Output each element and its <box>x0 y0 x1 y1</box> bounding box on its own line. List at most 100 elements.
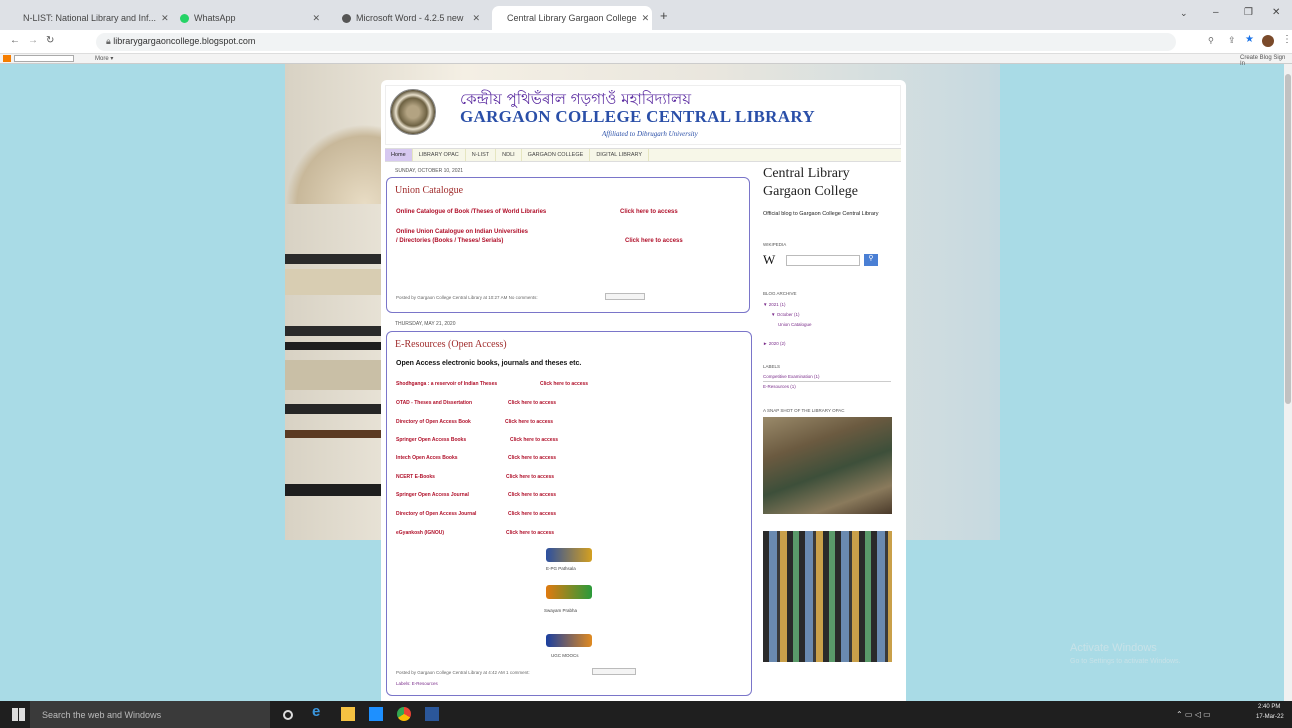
edge-icon[interactable]: e <box>312 703 326 720</box>
header-affiliation: Affiliated to Dibrugarh University <box>602 130 698 138</box>
windows-start-icon[interactable] <box>12 708 25 721</box>
access-link[interactable]: Click here to access <box>506 530 554 536</box>
back-arrow-icon[interactable]: ← <box>10 35 20 46</box>
word-icon[interactable] <box>425 707 439 721</box>
menu-ndli[interactable]: NDLI <box>496 149 522 161</box>
blogger-logo-icon[interactable] <box>3 55 11 62</box>
menu-gargaon-college[interactable]: GARGAON COLLEGE <box>522 149 591 161</box>
access-link[interactable]: Click here to access <box>508 511 556 517</box>
word-favicon-icon <box>342 13 351 23</box>
forward-arrow-icon[interactable]: → <box>28 35 38 46</box>
activate-windows-subtext: Go to Settings to activate Windows. <box>1070 658 1181 665</box>
post-title[interactable]: Union Catalogue <box>395 185 463 196</box>
ugc-moocs-logo[interactable] <box>546 634 592 647</box>
book-spine <box>285 326 383 336</box>
label-competitive[interactable]: Competitive Examination (1) <box>763 374 820 379</box>
header-title[interactable]: GARGAON COLLEGE CENTRAL LIBRARY <box>460 107 815 127</box>
wikipedia-search-button[interactable]: ⚲ <box>864 254 878 266</box>
task-view-icon[interactable] <box>283 710 293 720</box>
new-tab-button[interactable]: + <box>660 8 668 23</box>
taskbar-search-placeholder: Search the web and Windows <box>42 710 162 720</box>
menu-nlist[interactable]: N-LIST <box>466 149 497 161</box>
access-link[interactable]: Click here to access <box>508 455 556 461</box>
resource-springer-books[interactable]: Springer Open Access Books <box>396 437 466 443</box>
activate-windows-watermark: Activate Windows <box>1070 642 1157 654</box>
archive-2020[interactable]: ► 2020 (2) <box>763 341 785 346</box>
minimize-button[interactable]: – <box>1213 7 1219 18</box>
tab-label: WhatsApp <box>194 13 236 23</box>
post-date: Sunday, October 10, 2021 <box>395 168 464 174</box>
clock-time[interactable]: 2:40 PM <box>1258 704 1280 710</box>
top-menu: Home LIBRARY OPAC N-LIST NDLI GARGAON CO… <box>385 148 901 162</box>
wikipedia-search-input[interactable] <box>786 255 860 266</box>
share-icon[interactable]: ⇪ <box>1228 35 1236 46</box>
close-icon[interactable]: ✕ <box>472 13 480 24</box>
tab-word[interactable]: Microsoft Word - 4.2.5 new ✕ <box>332 6 490 30</box>
file-explorer-icon[interactable] <box>341 707 355 721</box>
share-buttons[interactable] <box>592 668 636 675</box>
scrollbar-thumb[interactable] <box>1285 74 1291 404</box>
resource-ncert[interactable]: NCERT E-Books <box>396 474 435 480</box>
store-icon[interactable] <box>369 707 383 721</box>
post-intro: Open Access electronic books, journals a… <box>396 360 582 367</box>
blog-search-input[interactable] <box>14 55 74 62</box>
snapshot-heading: A Snap Shot of the Library OPAC <box>763 408 845 413</box>
tab-whatsapp[interactable]: WhatsApp ✕ <box>170 6 330 30</box>
profile-avatar[interactable] <box>1262 35 1274 47</box>
share-buttons[interactable] <box>605 293 645 300</box>
resource-otad[interactable]: OTAD - Theses and Dissertation <box>396 400 472 406</box>
indian-universities-link-line2[interactable]: / Directories (Books / Theses/ Serials) <box>396 238 503 244</box>
archive-2021[interactable]: ▼ 2021 (1) <box>763 302 785 307</box>
resource-doab[interactable]: Directory of Open Access Book <box>396 419 471 425</box>
access-link[interactable]: Click here to access <box>508 400 556 406</box>
archive-october[interactable]: ▼ October (1) <box>771 312 799 317</box>
menu-kebab-icon[interactable]: ⋮ <box>1282 34 1292 45</box>
wikipedia-heading: Wikipedia <box>763 242 787 247</box>
close-window-button[interactable]: ✕ <box>1272 7 1280 18</box>
access-link[interactable]: Click here to access <box>620 209 678 215</box>
post-title[interactable]: E-Resources (Open Access) <box>395 339 507 350</box>
access-link[interactable]: Click here to access <box>540 381 588 387</box>
resource-shodhganga[interactable]: Shodhganga : a reservoir of Indian These… <box>396 381 497 387</box>
post-footer: Posted by Gargaon College Central Librar… <box>396 670 530 675</box>
world-libraries-link[interactable]: Online Catalogue of Book /Theses of Worl… <box>396 209 546 215</box>
resource-doaj[interactable]: Directory of Open Access Journal <box>396 511 476 517</box>
close-icon[interactable]: ✕ <box>312 13 320 24</box>
tab-search-icon[interactable]: ⌄ <box>1180 8 1188 19</box>
menu-home[interactable]: Home <box>385 149 413 161</box>
tab-nlist[interactable]: N-LIST: National Library and Inf... ✕ <box>8 6 168 30</box>
url-field[interactable]: 🔒︎ librarygargaoncollege.blogspot.com <box>96 33 1176 51</box>
access-link[interactable]: Click here to access <box>506 474 554 480</box>
post-labels[interactable]: Labels: E-Resources <box>396 681 438 686</box>
more-menu[interactable]: More ▾ <box>95 55 113 62</box>
resource-egyankosh[interactable]: eGyankosh (IGNOU) <box>396 530 444 536</box>
tab-library[interactable]: Central Library Gargaon College ✕ <box>492 6 652 30</box>
menu-library-opac[interactable]: LIBRARY OPAC <box>413 149 466 161</box>
indian-universities-link[interactable]: Online Union Catalogue on Indian Univers… <box>396 229 528 235</box>
close-icon[interactable]: ✕ <box>642 13 650 24</box>
system-tray-icons[interactable]: ⌃ ▭ ◁ ▭ <box>1176 710 1211 719</box>
menu-digital-library[interactable]: DIGITAL LIBRARY <box>590 149 650 161</box>
resource-springer-journal[interactable]: Springer Open Access Journal <box>396 492 469 498</box>
post-footer: Posted by Gargaon College Central Librar… <box>396 295 538 300</box>
book-spine <box>285 254 383 264</box>
epg-pathsala-logo[interactable] <box>546 548 592 562</box>
maximize-button[interactable]: ❐ <box>1244 7 1253 18</box>
access-link[interactable]: Click here to access <box>508 492 556 498</box>
chrome-icon[interactable] <box>397 707 411 721</box>
post-date: Thursday, May 21, 2020 <box>395 321 456 327</box>
access-link[interactable]: Click here to access <box>625 238 683 244</box>
access-link[interactable]: Click here to access <box>505 419 553 425</box>
access-link[interactable]: Click here to access <box>510 437 558 443</box>
label-e-resources[interactable]: E-Resources (1) <box>763 384 796 389</box>
resource-intech[interactable]: Intech Open Acces Books <box>396 455 458 461</box>
logo-caption: E-PG Pathsala <box>546 566 576 571</box>
zoom-icon[interactable]: ⚲ <box>1208 36 1214 45</box>
swayam-prabha-logo[interactable] <box>546 585 592 599</box>
close-icon[interactable]: ✕ <box>161 13 168 24</box>
reload-icon[interactable]: ↻ <box>46 35 54 46</box>
labels-heading: Labels <box>763 364 781 369</box>
bookmark-star-icon[interactable]: ★ <box>1245 34 1254 45</box>
archive-union-catalogue[interactable]: Union Catalogue <box>778 322 812 327</box>
clock-date[interactable]: 17-Mar-22 <box>1256 714 1284 720</box>
